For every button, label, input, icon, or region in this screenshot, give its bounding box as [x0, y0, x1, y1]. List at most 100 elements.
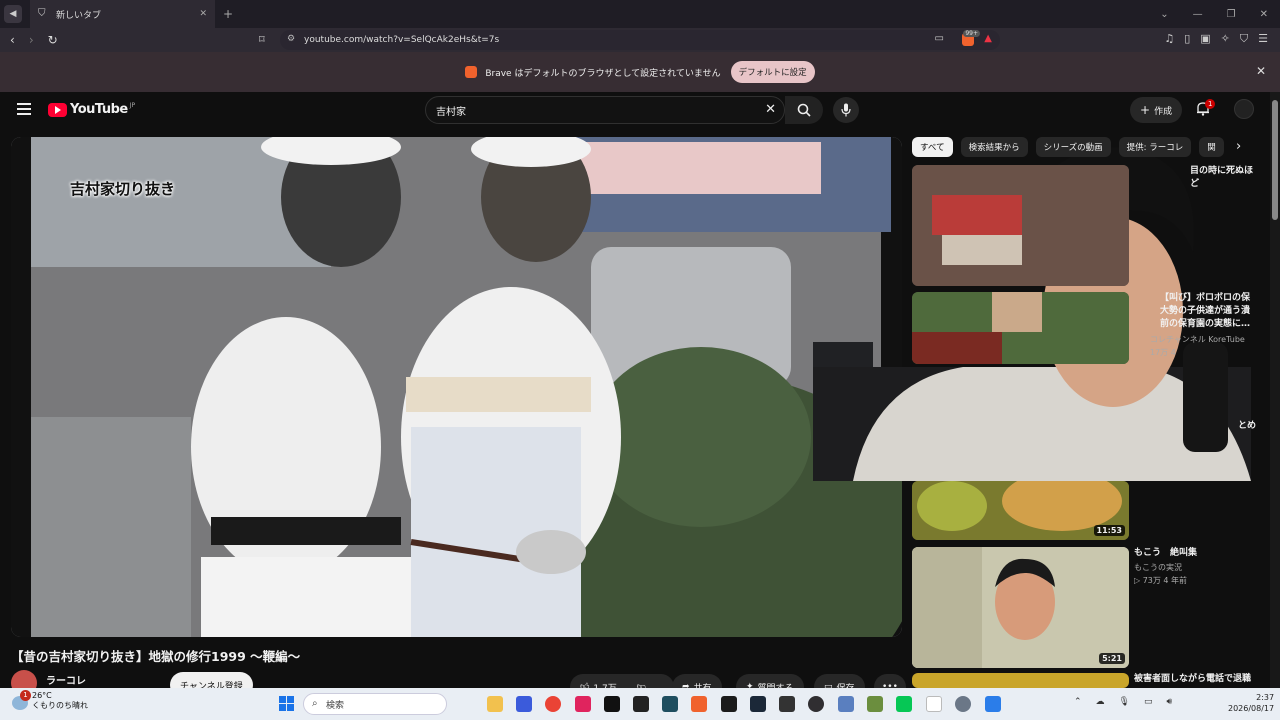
- video-player[interactable]: [11, 137, 902, 637]
- rec-channel-2[interactable]: コレチャンネル KoreTube: [1150, 334, 1245, 346]
- hamburger-menu-icon[interactable]: [17, 103, 31, 115]
- taskbar-search-icon: ⌕: [312, 698, 318, 709]
- bookmark-icon[interactable]: ⌑: [259, 33, 265, 46]
- file-explorer-icon[interactable]: [487, 696, 503, 712]
- chip-all[interactable]: すべて: [912, 137, 953, 157]
- rec-thumbnail-1[interactable]: [912, 165, 1129, 286]
- weather-widget[interactable]: 26°C くもりのち晴れ: [32, 691, 88, 711]
- weather-temp: 26°C: [32, 691, 52, 700]
- extensions: ♫ ▯ ▣ ✧ ⛉ ☰: [1164, 32, 1268, 46]
- brave-icon[interactable]: [691, 696, 707, 712]
- rec-thumbnail-4[interactable]: 5:21: [912, 547, 1129, 668]
- rec-thumbnail-3[interactable]: 11:53: [912, 481, 1129, 540]
- scrollbar-thumb[interactable]: [1272, 100, 1278, 220]
- rewards-icon[interactable]: ▲: [984, 33, 992, 44]
- app-icon[interactable]: [838, 696, 854, 712]
- forward-icon[interactable]: ›: [29, 33, 34, 47]
- chevron-right-icon[interactable]: ›: [1236, 139, 1241, 154]
- page-scrollbar[interactable]: [1270, 92, 1280, 688]
- wallet-icon[interactable]: ▣: [1200, 32, 1210, 46]
- account-avatar[interactable]: [1234, 99, 1254, 119]
- sidebar-icon[interactable]: ▯: [1184, 32, 1190, 46]
- chip-more[interactable]: 関: [1199, 137, 1224, 157]
- reload-icon[interactable]: ↻: [48, 33, 58, 47]
- weather-text: くもりのち晴れ: [32, 701, 88, 710]
- close-tab-icon[interactable]: ✕: [199, 9, 207, 19]
- back-icon[interactable]: ‹: [10, 33, 15, 47]
- brave-logo-icon: [465, 66, 478, 78]
- app-icon[interactable]: [926, 696, 942, 712]
- rec-thumb-image: [912, 292, 1129, 364]
- system-tray: ⌃ ☁ 🎙︎ ▭ 🔊︎: [1074, 697, 1172, 707]
- app-icon[interactable]: [779, 696, 795, 712]
- url-field[interactable]: ⚙ youtube.com/watch?v=SelQcAk2eHs&t=7s ▭…: [280, 30, 1000, 50]
- channel-name[interactable]: ラーコレ: [46, 672, 86, 687]
- app-icon[interactable]: [575, 696, 591, 712]
- new-tab-icon[interactable]: +: [223, 7, 233, 21]
- app-icon[interactable]: [985, 696, 1001, 712]
- vpn-icon[interactable]: ⛉: [1240, 32, 1248, 46]
- menu-icon[interactable]: ☰: [1258, 32, 1268, 46]
- weather-badge: 1: [20, 690, 31, 701]
- rec-thumbnail-2[interactable]: [912, 292, 1129, 364]
- chip-series[interactable]: シリーズの動画: [1035, 137, 1111, 157]
- taskbar-search-input[interactable]: ⌕ 検索: [303, 693, 447, 715]
- rec-title-4[interactable]: もこう 絶叫集: [1134, 547, 1264, 560]
- restore-icon[interactable]: ❐: [1227, 9, 1236, 20]
- youtube-logo[interactable]: YouTube JP: [48, 102, 135, 117]
- minimize-icon[interactable]: —: [1193, 9, 1203, 20]
- default-browser-notice: Brave はデフォルトのブラウザとして設定されていません デフォルトに設定 ✕: [0, 52, 1280, 92]
- clear-search-icon[interactable]: ✕: [765, 102, 776, 117]
- video-title: 【昔の吉村家切り抜き】地獄の修行1999 〜鞭編〜: [11, 649, 301, 664]
- rec-title-5[interactable]: 被害者面しながら電話で退職: [1134, 673, 1264, 686]
- clock[interactable]: 2:37 2026/08/17: [1228, 692, 1274, 714]
- chip-channel[interactable]: 提供: ラーコレ: [1118, 137, 1192, 157]
- app-icon[interactable]: [662, 696, 678, 712]
- app-icon[interactable]: [721, 696, 737, 712]
- onedrive-icon[interactable]: ☁: [1096, 697, 1105, 707]
- app-icon[interactable]: [633, 696, 649, 712]
- music-icon[interactable]: ♫: [1164, 32, 1174, 46]
- tab-search-icon[interactable]: ⌄: [1160, 9, 1168, 20]
- rec-duration-3: 11:53: [1093, 525, 1125, 536]
- rec-title-3[interactable]: とめ: [1238, 420, 1268, 433]
- network-icon[interactable]: ▭: [1144, 697, 1153, 707]
- start-button-icon[interactable]: [279, 696, 295, 712]
- voice-search-button[interactable]: [833, 97, 859, 123]
- close-notice-icon[interactable]: ✕: [1256, 64, 1266, 78]
- mic-icon[interactable]: 🎙︎: [1119, 697, 1130, 707]
- volume-icon[interactable]: 🔊︎: [1167, 697, 1173, 707]
- tab-new-tab[interactable]: ⛉ 新しいタブ ✕: [30, 0, 215, 28]
- tab-title: 新しいタブ: [56, 10, 102, 21]
- rec-meta-2: 17万 4: [1150, 348, 1176, 357]
- create-button[interactable]: + 作成: [1130, 97, 1183, 123]
- notification-badge: 1: [1205, 99, 1216, 109]
- chrome-icon[interactable]: [545, 696, 561, 712]
- search-input[interactable]: 吉村家 ✕: [425, 96, 785, 124]
- cast-icon[interactable]: ▭: [935, 33, 944, 44]
- create-label: 作成: [1154, 106, 1173, 117]
- app-icon[interactable]: [516, 696, 532, 712]
- steam-icon[interactable]: [750, 696, 766, 712]
- rec-meta-4: ▷ 73万 4 年前: [1134, 576, 1188, 585]
- sound-icon[interactable]: ◀: [4, 5, 22, 23]
- chevron-up-icon[interactable]: ⌃: [1074, 697, 1082, 707]
- set-default-button[interactable]: デフォルトに設定: [730, 61, 815, 83]
- rec-thumb-image: [912, 547, 1129, 668]
- rec-title-2[interactable]: 【叫び】ボロボロの保 大勢の子供達が通う潰 前の保育園の実態に…: [1160, 292, 1260, 331]
- leo-icon[interactable]: ✧: [1221, 32, 1230, 46]
- rec-thumbnail-5[interactable]: [912, 673, 1129, 688]
- chip-search-results[interactable]: 検索結果から: [960, 137, 1028, 157]
- site-info-icon[interactable]: ⚙: [287, 34, 295, 44]
- rec-channel-4[interactable]: もこうの実況: [1134, 562, 1182, 574]
- tiktok-icon[interactable]: [604, 696, 620, 712]
- notice-text: Brave はデフォルトのブラウザとして設定されていません: [485, 68, 721, 79]
- settings-icon[interactable]: [955, 696, 971, 712]
- minecraft-icon[interactable]: [867, 696, 883, 712]
- search-button[interactable]: [785, 96, 823, 124]
- line-icon[interactable]: [896, 696, 912, 712]
- close-window-icon[interactable]: ✕: [1260, 9, 1268, 20]
- obs-icon[interactable]: [808, 696, 824, 712]
- microphone-icon: [841, 103, 851, 117]
- rec-title-1[interactable]: 目の時に死ぬほど: [1190, 165, 1260, 191]
